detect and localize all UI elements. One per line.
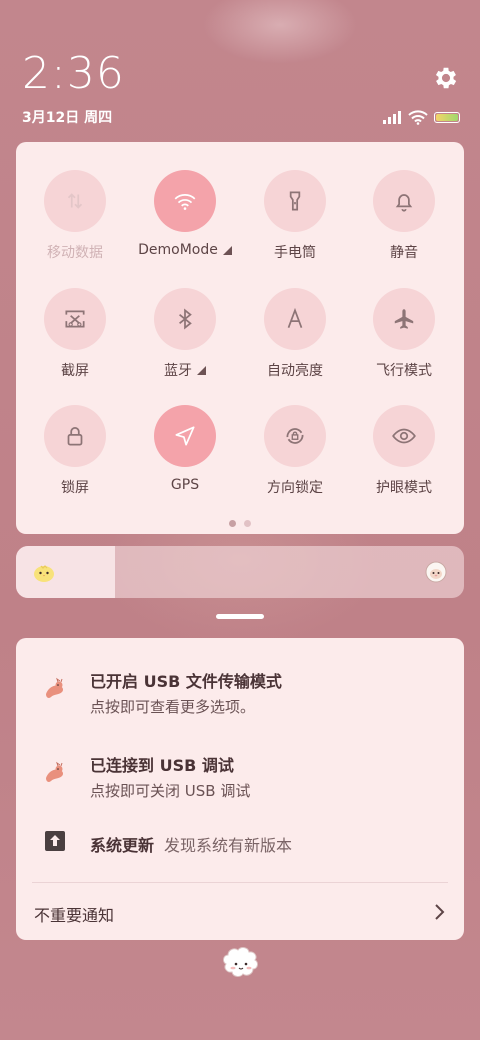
notification-title: 已开启 USB 文件传输模式	[90, 672, 282, 691]
tile-eye[interactable]: 护眼模式	[349, 405, 459, 505]
eye-icon	[392, 428, 416, 444]
tile-button[interactable]	[154, 170, 216, 232]
tile-button[interactable]	[264, 405, 326, 467]
notification-title: 已连接到 USB 调试	[90, 756, 234, 775]
tile-label: 静音	[349, 242, 459, 262]
notification-subtitle: 发现系统有新版本	[164, 836, 293, 855]
tile-label-text: 方向锁定	[267, 480, 323, 496]
update-arrow-icon	[45, 831, 65, 851]
tile-label: 截屏	[20, 360, 130, 380]
tile-label-text: GPS	[170, 477, 200, 493]
brightness-fill	[16, 546, 115, 598]
tile-lock[interactable]: 锁屏	[20, 405, 130, 505]
tile-label: 蓝牙	[130, 360, 240, 380]
drag-handle[interactable]	[216, 614, 264, 619]
tile-label: 护眼模式	[349, 477, 459, 497]
page-indicator	[16, 520, 464, 527]
tile-label: 移动数据	[20, 242, 130, 262]
status-icons	[382, 108, 460, 126]
tile-label-text: 截屏	[61, 363, 89, 379]
tile-label-text: 锁屏	[61, 480, 89, 496]
tile-bell[interactable]: 静音	[349, 170, 459, 270]
tile-auto-brightness[interactable]: 自动亮度	[240, 288, 350, 388]
tile-label-text: 手电筒	[274, 245, 316, 261]
quick-settings-panel: 移动数据 DemoMode 手电筒 静音截屏 蓝牙 自动亮度 飞行模式锁屏 GPS 方向锁定 护眼…	[16, 142, 464, 534]
tile-airplane[interactable]: 飞行模式	[349, 288, 459, 388]
usb-cat-icon	[46, 677, 64, 698]
tile-label-text: 飞行模式	[376, 363, 432, 379]
tile-mobile-data[interactable]: 移动数据	[20, 170, 130, 270]
gps-icon	[175, 426, 195, 446]
brightness-slider[interactable]	[16, 546, 464, 598]
tile-screenshot[interactable]: 截屏	[20, 288, 130, 388]
tile-button[interactable]	[44, 288, 106, 350]
page-dot	[229, 520, 236, 527]
tile-label-text: 自动亮度	[267, 363, 323, 379]
notification-title: 系统更新 发现系统有新版本	[90, 832, 292, 856]
more-options-icon	[222, 245, 232, 255]
notification-subtitle: 点按即可查看更多选项。	[90, 698, 256, 716]
tile-button[interactable]	[373, 288, 435, 350]
date[interactable]: 3月12日 周四	[22, 107, 112, 127]
divider	[32, 882, 448, 883]
tile-rotation-lock[interactable]: 方向锁定	[240, 405, 350, 505]
flashlight-icon	[289, 191, 301, 211]
notification-panel: 已开启 USB 文件传输模式 点按即可查看更多选项。 已连接到 USB 调试 点…	[16, 638, 464, 940]
bluetooth-icon	[179, 308, 192, 330]
lock-icon	[67, 427, 83, 446]
battery-icon	[434, 111, 460, 123]
airplane-icon	[394, 309, 414, 329]
chick-icon	[34, 565, 54, 582]
gear-icon[interactable]	[432, 64, 460, 92]
page-dot	[244, 520, 251, 527]
tile-label: 手电筒	[240, 242, 350, 262]
tile-label-text: 蓝牙	[164, 363, 192, 379]
sheep-icon	[425, 561, 447, 583]
auto-brightness-icon	[287, 307, 303, 328]
tile-label: GPS	[130, 477, 240, 493]
chevron-right-icon[interactable]	[432, 902, 448, 922]
sheep-mascot-icon[interactable]	[220, 944, 262, 982]
usb-cat-icon	[46, 761, 64, 782]
notification-system-update[interactable]: 系统更新 发现系统有新版本	[16, 828, 464, 858]
tile-button[interactable]	[373, 170, 435, 232]
tile-button[interactable]	[154, 405, 216, 467]
tile-wifi[interactable]: DemoMode	[130, 170, 240, 270]
more-options-icon	[197, 365, 206, 375]
notification-usb-debug[interactable]: 已连接到 USB 调试 点按即可关闭 USB 调试	[16, 750, 464, 806]
tile-bluetooth[interactable]: 蓝牙	[130, 288, 240, 388]
signal-icon	[383, 111, 401, 124]
mobile-data-icon	[67, 193, 83, 209]
screenshot-icon	[65, 310, 85, 328]
tile-button[interactable]	[264, 170, 326, 232]
rotation-lock-icon	[286, 428, 304, 444]
tile-label-text: DemoMode	[138, 242, 218, 258]
notification-subtitle: 点按即可关闭 USB 调试	[90, 782, 251, 800]
wifi-icon	[174, 194, 196, 210]
tile-label-text: 护眼模式	[376, 480, 432, 496]
tile-label: DemoMode	[130, 242, 240, 258]
tile-flashlight[interactable]: 手电筒	[240, 170, 350, 270]
tile-label: 飞行模式	[349, 360, 459, 380]
unimportant-notifications-label[interactable]: 不重要通知	[34, 902, 114, 926]
notification-usb-transfer[interactable]: 已开启 USB 文件传输模式 点按即可查看更多选项。	[16, 666, 464, 722]
tile-button[interactable]	[264, 288, 326, 350]
notification-title-text: 系统更新	[90, 836, 155, 855]
tile-button[interactable]	[44, 405, 106, 467]
tile-button[interactable]	[373, 405, 435, 467]
tile-gps[interactable]: GPS	[130, 405, 240, 505]
tile-label: 方向锁定	[240, 477, 350, 497]
bell-icon	[395, 194, 413, 212]
tile-button[interactable]	[44, 170, 106, 232]
tile-label-text: 静音	[390, 245, 418, 261]
clock[interactable]: 2:36	[22, 46, 125, 102]
tile-button[interactable]	[154, 288, 216, 350]
wifi-icon	[408, 109, 428, 125]
tile-label: 自动亮度	[240, 360, 350, 380]
tile-label: 锁屏	[20, 477, 130, 497]
tile-label-text: 移动数据	[47, 245, 103, 261]
